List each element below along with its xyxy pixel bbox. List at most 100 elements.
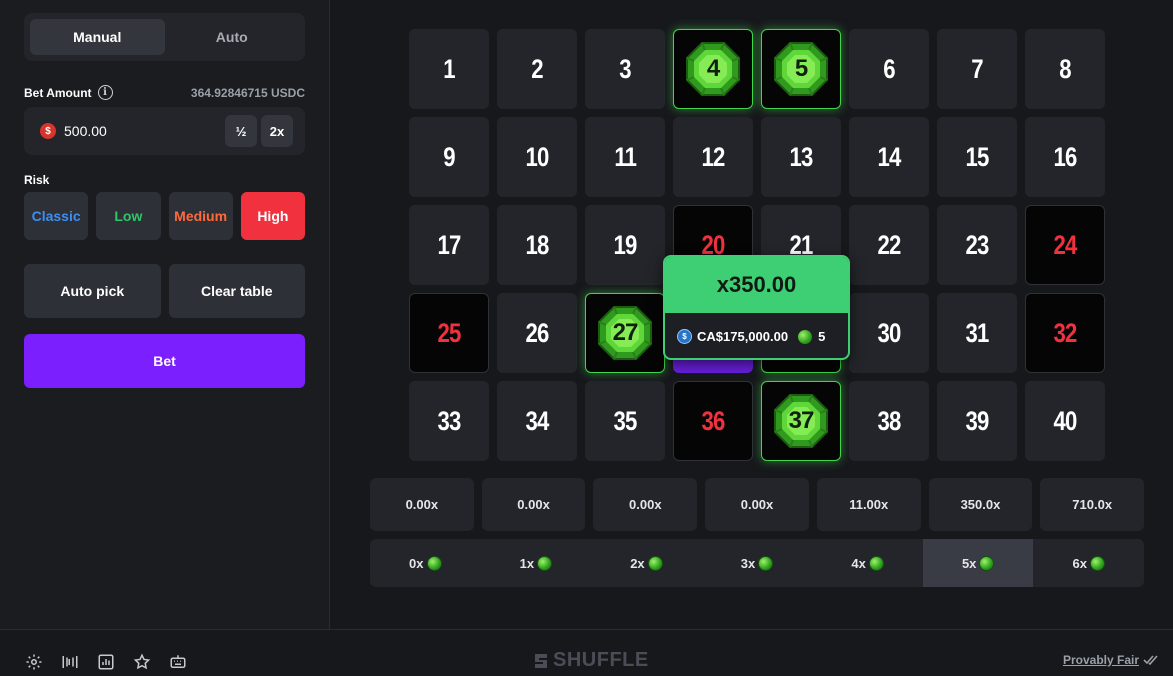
risk-low-button[interactable]: Low (96, 192, 161, 240)
bet-amount-text: Bet Amount (24, 85, 92, 100)
bet-amount-value[interactable]: 500.00 (64, 123, 221, 139)
hit-count-label: 4x (851, 555, 866, 571)
hit-count-label: 0x (409, 555, 424, 571)
tile-14[interactable]: 14 (849, 117, 929, 197)
stats-icon[interactable] (96, 652, 115, 671)
bet-button[interactable]: Bet (24, 334, 305, 388)
multiplier-cell: 0.00x (481, 478, 586, 531)
tile-39[interactable]: 39 (937, 381, 1017, 461)
tile-number: 24 (1053, 229, 1077, 260)
tile-number: 17 (437, 229, 461, 260)
currency-icon: $ (40, 123, 56, 139)
gem-icon: 37 (773, 393, 829, 449)
tile-8[interactable]: 8 (1025, 29, 1105, 109)
tile-31[interactable]: 31 (937, 293, 1017, 373)
tile-38[interactable]: 38 (849, 381, 929, 461)
tile-3[interactable]: 3 (585, 29, 665, 109)
tile-10[interactable]: 10 (497, 117, 577, 197)
gem-icon: 5 (773, 41, 829, 97)
hit-count-cell: 6x (1033, 539, 1144, 587)
tile-23[interactable]: 23 (937, 205, 1017, 285)
gem-icon (758, 555, 774, 571)
tile-5[interactable]: 5 (761, 29, 841, 109)
auto-pick-button[interactable]: Auto pick (24, 264, 161, 318)
risk-classic-button[interactable]: Classic (24, 192, 89, 240)
tile-number: 14 (877, 141, 901, 172)
tile-32[interactable]: 32 (1025, 293, 1105, 373)
shuffle-logo: SHUFFLE (533, 649, 649, 672)
tile-26[interactable]: 26 (497, 293, 577, 373)
clear-table-button[interactable]: Clear table (168, 264, 305, 318)
theatre-mode-icon[interactable] (60, 652, 79, 671)
tile-number: 2 (531, 53, 543, 84)
tile-15[interactable]: 15 (937, 117, 1017, 197)
provably-fair-link[interactable]: Provably Fair (1063, 653, 1159, 667)
tile-12[interactable]: 12 (673, 117, 753, 197)
tile-number: 27 (612, 319, 639, 346)
double-check-icon (1143, 655, 1158, 665)
win-details: $ CA$175,000.00 5 (665, 313, 848, 358)
auto-tab[interactable]: Auto (165, 19, 300, 55)
half-bet-button[interactable]: ½ (225, 115, 257, 147)
bet-panel: Manual Auto Bet Amount i 364.92846715 US… (0, 0, 330, 629)
risk-high-button[interactable]: High (240, 192, 305, 240)
hit-count-cell: 2x (591, 539, 702, 587)
bet-amount-input[interactable]: $ 500.00 ½ 2x (24, 107, 305, 155)
tile-9[interactable]: 9 (409, 117, 489, 197)
tile-number: 19 (613, 229, 637, 260)
settings-icon[interactable] (24, 652, 43, 671)
tile-18[interactable]: 18 (497, 205, 577, 285)
tile-6[interactable]: 6 (849, 29, 929, 109)
tile-4[interactable]: 4 (673, 29, 753, 109)
tile-36[interactable]: 36 (673, 381, 753, 461)
tile-number: 31 (965, 317, 989, 348)
tile-number: 10 (525, 141, 549, 172)
tile-40[interactable]: 40 (1025, 381, 1105, 461)
tile-1[interactable]: 1 (409, 29, 489, 109)
tile-35[interactable]: 35 (585, 381, 665, 461)
gem-icon (647, 555, 663, 571)
tile-24[interactable]: 24 (1025, 205, 1105, 285)
gem-icon (426, 555, 442, 571)
tile-30[interactable]: 30 (849, 293, 929, 373)
tile-number: 15 (965, 141, 989, 172)
tile-13[interactable]: 13 (761, 117, 841, 197)
tile-number: 26 (525, 317, 549, 348)
tile-22[interactable]: 22 (849, 205, 929, 285)
tile-25[interactable]: 25 (409, 293, 489, 373)
tile-2[interactable]: 2 (497, 29, 577, 109)
keyboard-icon[interactable] (168, 652, 187, 671)
tile-37[interactable]: 37 (761, 381, 841, 461)
win-hit-count: 5 (818, 329, 826, 344)
tile-number: 1 (443, 53, 455, 84)
tile-number: 23 (965, 229, 989, 260)
footer-icons (24, 652, 187, 671)
tile-33[interactable]: 33 (409, 381, 489, 461)
hit-count-label: 2x (630, 555, 645, 571)
tile-number: 13 (789, 141, 813, 172)
tile-11[interactable]: 11 (585, 117, 665, 197)
tile-27[interactable]: 27 (585, 293, 665, 373)
tile-number: 37 (788, 407, 815, 434)
gem-icon (1089, 555, 1105, 571)
tile-number: 9 (443, 141, 455, 172)
gem-icon (868, 555, 884, 571)
tile-number: 38 (877, 405, 901, 436)
tile-34[interactable]: 34 (497, 381, 577, 461)
tile-19[interactable]: 19 (585, 205, 665, 285)
double-bet-button[interactable]: 2x (261, 115, 293, 147)
favorite-icon[interactable] (132, 652, 151, 671)
risk-label: Risk (24, 173, 50, 187)
tile-16[interactable]: 16 (1025, 117, 1105, 197)
hit-count-label: 1x (519, 555, 535, 571)
tile-7[interactable]: 7 (937, 29, 1017, 109)
risk-medium-button[interactable]: Medium (168, 192, 233, 240)
multiplier-cell: 0.00x (370, 478, 474, 531)
manual-tab[interactable]: Manual (30, 19, 165, 55)
bet-amount-label: Bet Amount i (24, 85, 113, 100)
tile-17[interactable]: 17 (409, 205, 489, 285)
multiplier-cell: 710.0x (1040, 478, 1145, 531)
tile-number: 12 (701, 141, 725, 172)
info-icon[interactable]: i (97, 85, 113, 100)
win-multiplier: x350.00 (665, 257, 848, 313)
